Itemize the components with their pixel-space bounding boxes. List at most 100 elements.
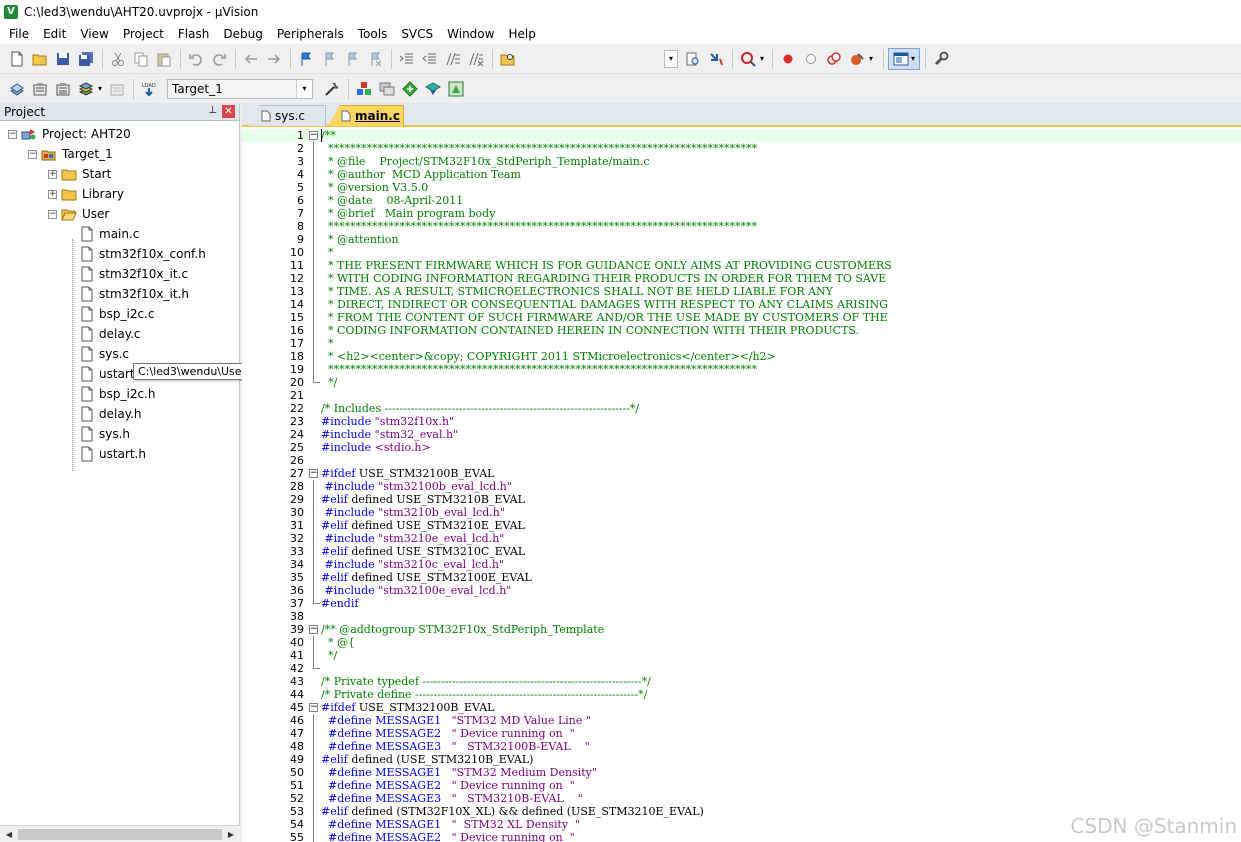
close-icon[interactable]: ✕ — [222, 105, 235, 118]
tree-file-item[interactable]: sys.h — [80, 424, 130, 444]
collapse-icon[interactable]: − — [48, 209, 57, 219]
enable-breakpoint-icon[interactable] — [800, 48, 822, 70]
configure-icon[interactable] — [930, 48, 952, 70]
tree-node-folder-open[interactable]: − User — [48, 204, 109, 224]
nav-forward-icon[interactable] — [263, 48, 285, 70]
menu-project[interactable]: Project — [116, 24, 171, 44]
incremental-find-icon[interactable] — [705, 48, 727, 70]
copy-icon[interactable] — [130, 48, 152, 70]
pin-icon[interactable]: ⊥ — [208, 105, 217, 116]
menu-tools[interactable]: Tools — [351, 24, 395, 44]
breakpoint-icon[interactable] — [777, 48, 799, 70]
find-icon[interactable] — [682, 48, 704, 70]
rebuild-icon[interactable] — [52, 78, 74, 100]
fold-collapse-icon[interactable]: − — [309, 469, 318, 478]
build-icon[interactable] — [29, 78, 51, 100]
tree-file-item[interactable]: main.c — [80, 224, 139, 244]
window-layout-icon[interactable]: ▾ — [888, 47, 921, 70]
code-area[interactable]: 1−/** 2 *********************************… — [242, 127, 1241, 842]
paste-icon[interactable] — [153, 48, 175, 70]
fold-collapse-icon[interactable]: − — [309, 703, 318, 712]
tree-file-item[interactable]: stm32f10x_conf.h — [80, 244, 206, 264]
line-number: 21 — [290, 389, 304, 402]
next-bookmark-icon[interactable] — [341, 48, 363, 70]
menu-edit[interactable]: Edit — [36, 24, 73, 44]
tree-file-item[interactable]: delay.h — [80, 404, 142, 424]
tab-sys-c[interactable]: sys.c — [248, 105, 326, 126]
expand-icon[interactable]: + — [48, 169, 57, 179]
target-icon — [41, 147, 57, 161]
undo-icon[interactable] — [185, 48, 207, 70]
menu-view[interactable]: View — [73, 24, 115, 44]
menu-flash[interactable]: Flash — [171, 24, 216, 44]
nav-back-icon[interactable] — [240, 48, 262, 70]
tree-file-item[interactable]: stm32f10x_it.h — [80, 284, 189, 304]
tree-node-target[interactable]: − Target_1 — [28, 144, 113, 164]
code-text: * @author MCD Application Team — [321, 168, 521, 181]
debug-session-icon[interactable] — [737, 48, 759, 70]
manage-components-icon[interactable] — [353, 78, 375, 100]
bookmark-icon[interactable] — [295, 48, 317, 70]
collapse-icon[interactable]: − — [8, 129, 17, 139]
comment-icon[interactable] — [442, 48, 464, 70]
code-line: 17 * — [242, 337, 1241, 350]
tab-main-c[interactable]: main.c — [328, 105, 404, 126]
tree-item-label: bsp_i2c.h — [99, 387, 156, 401]
code-string: "STM32 Medium Density" — [451, 766, 597, 779]
batch-build-icon[interactable] — [75, 78, 97, 100]
menu-window[interactable]: Window — [440, 24, 501, 44]
code-line: 9 * @attention — [242, 233, 1241, 246]
tree-file-item[interactable]: stm32f10x_it.c — [80, 264, 188, 284]
tree-file-item[interactable]: sys.c — [80, 344, 129, 364]
debug-dropdown-icon[interactable]: ▾ — [760, 54, 764, 63]
stop-build-icon[interactable] — [106, 78, 128, 100]
code-text: * @version V3.5.0 — [321, 181, 429, 194]
menu-debug[interactable]: Debug — [216, 24, 269, 44]
indent-icon[interactable] — [396, 48, 418, 70]
find-in-files-icon[interactable] — [497, 48, 519, 70]
run-time-environment-icon[interactable] — [445, 78, 467, 100]
target-select[interactable]: Target_1 ▾ — [167, 78, 314, 99]
download-load-icon[interactable]: LOAD — [138, 78, 160, 100]
save-icon[interactable] — [52, 48, 74, 70]
select-software-packs-icon[interactable] — [399, 78, 421, 100]
code-editor[interactable]: 1−/** 2 *********************************… — [242, 127, 1241, 842]
fold-collapse-icon[interactable]: − — [309, 625, 318, 634]
new-file-icon[interactable] — [6, 48, 28, 70]
disable-breakpoints-icon[interactable] — [823, 48, 845, 70]
redo-icon[interactable] — [208, 48, 230, 70]
horizontal-scrollbar[interactable]: ◀ ▶ — [0, 825, 240, 842]
file-extensions-icon[interactable] — [376, 78, 398, 100]
tree-file-item[interactable]: ustart.h — [80, 444, 146, 464]
breakpoints-dropdown-icon[interactable]: ▾ — [869, 54, 873, 63]
batch-dropdown-icon[interactable]: ▾ — [98, 84, 102, 93]
translate-icon[interactable] — [6, 78, 28, 100]
prev-bookmark-icon[interactable] — [318, 48, 340, 70]
cut-icon[interactable] — [107, 48, 129, 70]
tree-node-folder[interactable]: + Start — [48, 164, 111, 184]
menu-file[interactable]: File — [2, 24, 36, 44]
kill-breakpoints-icon[interactable] — [846, 48, 868, 70]
collapse-icon[interactable]: − — [28, 149, 37, 159]
tree-node-project[interactable]: − Project: AHT20 — [8, 124, 131, 144]
menu-help[interactable]: Help — [501, 24, 542, 44]
tree-file-item[interactable]: delay.c — [80, 324, 141, 344]
expand-icon[interactable]: + — [48, 189, 57, 199]
open-folder-icon[interactable] — [29, 48, 51, 70]
uncomment-icon[interactable] — [465, 48, 487, 70]
save-all-icon[interactable] — [75, 48, 97, 70]
menu-peripherals[interactable]: Peripherals — [270, 24, 351, 44]
target-options-icon[interactable] — [321, 78, 343, 100]
fold-collapse-icon[interactable]: − — [309, 131, 318, 140]
menu-svcs[interactable]: SVCS — [394, 24, 440, 44]
clear-bookmarks-icon[interactable] — [364, 48, 386, 70]
scroll-left-icon[interactable]: ◀ — [2, 828, 16, 841]
unindent-icon[interactable] — [419, 48, 441, 70]
scrollbar-thumb[interactable] — [18, 829, 222, 840]
tree-file-item[interactable]: bsp_i2c.h — [80, 384, 155, 404]
find-combo-dropdown[interactable]: ▾ — [664, 49, 678, 68]
pack-installer-icon[interactable] — [422, 78, 444, 100]
scroll-right-icon[interactable]: ▶ — [224, 828, 238, 841]
tree-file-item[interactable]: bsp_i2c.c — [80, 304, 154, 324]
tree-node-folder[interactable]: + Library — [48, 184, 124, 204]
